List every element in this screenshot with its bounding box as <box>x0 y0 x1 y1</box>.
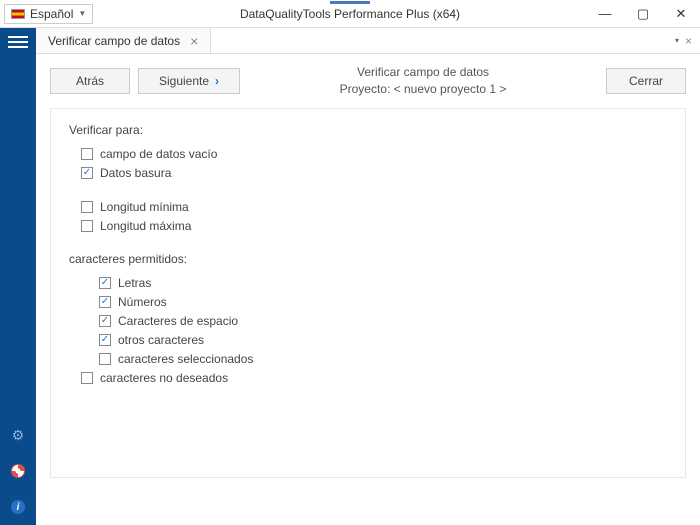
checkbox[interactable] <box>81 167 93 179</box>
checkbox[interactable] <box>99 334 111 346</box>
check-label: caracteres no deseados <box>100 371 228 385</box>
info-icon[interactable]: i <box>10 499 26 515</box>
check-numbers[interactable]: Números <box>99 295 667 309</box>
check-label: otros caracteres <box>118 333 204 347</box>
check-label: Longitud máxima <box>100 219 191 233</box>
lifebuoy-icon[interactable] <box>10 463 26 479</box>
verify-for-label: Verificar para: <box>69 123 667 137</box>
check-label: Caracteres de espacio <box>118 314 238 328</box>
main-area: ⚙ i Verificar campo de datos × ▾ × Atrás… <box>0 28 700 525</box>
language-label: Español <box>30 7 73 21</box>
close-window-button[interactable]: ✕ <box>662 1 700 27</box>
tab-close-all[interactable]: × <box>685 34 692 48</box>
check-label: Datos basura <box>100 166 171 180</box>
chevron-right-icon: › <box>215 74 219 88</box>
hamburger-icon[interactable] <box>8 34 28 50</box>
toolbar: Atrás Siguiente › Verificar campo de dat… <box>36 54 700 108</box>
back-button[interactable]: Atrás <box>50 68 130 94</box>
checkbox[interactable] <box>99 296 111 308</box>
step-title: Verificar campo de datos <box>248 64 598 81</box>
tab-close-icon[interactable]: × <box>190 33 198 49</box>
check-min-length[interactable]: Longitud mínima <box>81 200 667 214</box>
flag-icon <box>11 9 25 19</box>
maximize-button[interactable]: ▢ <box>624 1 662 27</box>
allowed-chars-label: caracteres permitidos: <box>69 252 667 266</box>
language-selector[interactable]: Español ▼ <box>4 4 93 24</box>
check-garbage[interactable]: Datos basura <box>81 166 667 180</box>
tab-label: Verificar campo de datos <box>48 34 180 48</box>
chevron-down-icon: ▼ <box>78 9 86 18</box>
gear-icon[interactable]: ⚙ <box>10 427 26 443</box>
titlebar: Español ▼ DataQualityTools Performance P… <box>0 0 700 28</box>
check-unwanted[interactable]: caracteres no deseados <box>81 371 667 385</box>
window-controls: — ▢ ✕ <box>586 1 700 27</box>
sidebar: ⚙ i <box>0 28 36 525</box>
tab-verify-data-field[interactable]: Verificar campo de datos × <box>36 28 211 53</box>
check-label: campo de datos vacío <box>100 147 217 161</box>
checkbox[interactable] <box>99 353 111 365</box>
check-spaces[interactable]: Caracteres de espacio <box>99 314 667 328</box>
checkbox[interactable] <box>81 372 93 384</box>
check-selected[interactable]: caracteres seleccionados <box>99 352 667 366</box>
minimize-button[interactable]: — <box>586 1 624 27</box>
check-label: Letras <box>118 276 151 290</box>
checkbox[interactable] <box>99 277 111 289</box>
tab-filler: ▾ × <box>211 28 700 53</box>
check-max-length[interactable]: Longitud máxima <box>81 219 667 233</box>
checkbox[interactable] <box>81 220 93 232</box>
close-button[interactable]: Cerrar <box>606 68 686 94</box>
checkbox[interactable] <box>81 148 93 160</box>
check-empty-field[interactable]: campo de datos vacío <box>81 147 667 161</box>
check-label: caracteres seleccionados <box>118 352 253 366</box>
tabbar: Verificar campo de datos × ▾ × <box>36 28 700 54</box>
tab-menu-caret[interactable]: ▾ <box>675 36 679 45</box>
check-label: Longitud mínima <box>100 200 189 214</box>
checkbox[interactable] <box>99 315 111 327</box>
next-button[interactable]: Siguiente › <box>138 68 240 94</box>
checkbox[interactable] <box>81 201 93 213</box>
check-letters[interactable]: Letras <box>99 276 667 290</box>
content: Verificar campo de datos × ▾ × Atrás Sig… <box>36 28 700 525</box>
options-panel: Verificar para: campo de datos vacío Dat… <box>50 108 686 478</box>
step-header: Verificar campo de datos Proyecto: < nue… <box>248 64 598 98</box>
check-other[interactable]: otros caracteres <box>99 333 667 347</box>
title-accent <box>330 1 370 4</box>
step-subtitle: Proyecto: < nuevo proyecto 1 > <box>248 81 598 98</box>
check-label: Números <box>118 295 167 309</box>
